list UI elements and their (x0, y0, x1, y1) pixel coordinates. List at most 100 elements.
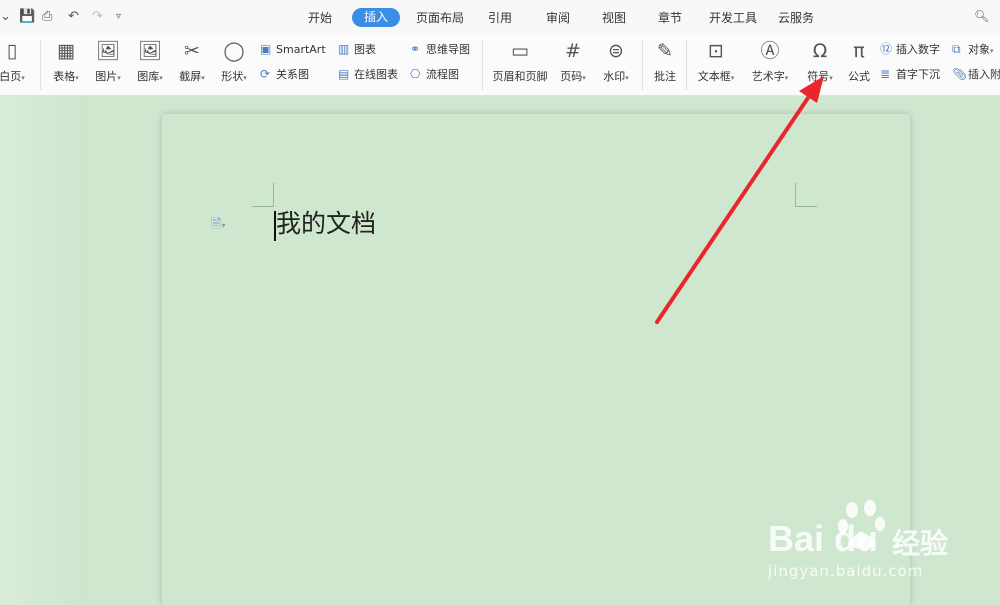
watermark-icon: ⊜ (608, 40, 624, 62)
watermark-cn-text: 经验 (892, 527, 949, 560)
flowchart-icon: ⎔ (410, 67, 421, 81)
divider (686, 40, 687, 90)
blank-page-label: 白页 (0, 70, 22, 83)
header-footer-icon: ▭ (511, 40, 529, 62)
chevron-down-icon[interactable]: ⌄ (0, 9, 11, 25)
wordart-icon: Ⓐ (760, 40, 780, 62)
page-number-icon: # (565, 40, 581, 62)
mindmap-icon: ⚭ (410, 42, 421, 56)
insert-number-label: 插入数字 (896, 43, 940, 56)
header-footer-label: 页眉和页脚 (492, 70, 548, 83)
picture-icon: 🖼︎ (95, 40, 121, 62)
smartart-icon: ▣ (260, 42, 272, 56)
watermark-button[interactable]: ⊜ 水印▾ (598, 40, 634, 90)
gallery-icon: 🖼︎ (137, 40, 163, 62)
header-footer-button[interactable]: ▭ 页眉和页脚 (488, 40, 552, 90)
mindmap-button[interactable]: ⚭ 思维导图 (410, 42, 470, 57)
relation-label: 关系图 (276, 68, 309, 81)
mindmap-label: 思维导图 (426, 43, 470, 56)
drop-cap-label: 首字下沉 (896, 68, 940, 81)
object-button[interactable]: ⧉ 对象▾ (952, 42, 994, 58)
object-icon: ⧉ (952, 42, 961, 56)
blank-page-button[interactable]: ▯ 白页▾ (0, 40, 30, 90)
attachment-label: 插入附 (968, 68, 1000, 81)
tab-sections[interactable]: 章节 (658, 9, 682, 27)
margin-corner-top-right (795, 183, 796, 207)
comment-label: 批注 (654, 70, 676, 83)
pi-icon: π (853, 40, 865, 62)
margin-corner-top-right (795, 206, 817, 207)
screenshot-button[interactable]: ✂ 截屏▾ (174, 40, 210, 90)
screenshot-label: 截屏 (179, 70, 202, 83)
divider (642, 40, 643, 90)
table-label: 表格 (53, 70, 76, 83)
divider (40, 40, 41, 90)
workspace-shade (0, 96, 90, 605)
drop-cap-icon: ≣ (880, 67, 891, 81)
tab-page-layout[interactable]: 页面布局 (416, 9, 464, 27)
customize-icon[interactable]: ▿ (116, 9, 121, 25)
tab-insert[interactable]: 插入 (352, 8, 401, 27)
tab-home[interactable]: 开始 (308, 9, 332, 27)
wordart-button[interactable]: Ⓐ 艺术字▾ (748, 40, 792, 90)
flowchart-button[interactable]: ⎔ 流程图 (410, 67, 459, 82)
textbox-button[interactable]: ⊡ 文本框▾ (694, 40, 738, 90)
formula-button[interactable]: π 公式 (845, 40, 873, 90)
textbox-icon: ⊡ (708, 40, 724, 62)
comment-icon: ✎ (657, 40, 673, 62)
divider (482, 40, 483, 90)
formula-label: 公式 (848, 70, 870, 83)
chart-button[interactable]: ▥ 图表 (338, 42, 376, 57)
omega-icon: Ω (812, 40, 828, 62)
smartart-label: SmartArt (276, 43, 326, 56)
undo-icon[interactable]: ↶ (68, 9, 79, 25)
attachment-button[interactable]: 📎︎插入附 (952, 67, 1000, 82)
symbol-label: 符号 (807, 70, 830, 83)
textbox-label: 文本框 (697, 70, 731, 83)
page-number-button[interactable]: # 页码▾ (556, 40, 590, 90)
margin-corner-top-left (273, 183, 274, 207)
tab-review[interactable]: 审阅 (546, 9, 570, 27)
picture-button[interactable]: 🖼︎ 图片▾ (90, 40, 126, 90)
save-icon[interactable]: 💾 (19, 9, 35, 25)
tab-developer[interactable]: 开发工具 (709, 9, 757, 27)
drop-cap-button[interactable]: ≣ 首字下沉 (880, 67, 940, 82)
page-number-label: 页码 (560, 70, 583, 83)
tab-view[interactable]: 视图 (602, 9, 626, 27)
table-icon: ▦ (57, 40, 75, 62)
number-icon: ⑫ (880, 42, 893, 56)
smartart-button[interactable]: ▣ SmartArt (260, 42, 326, 57)
comment-button[interactable]: ✎ 批注 (650, 40, 680, 90)
watermark-url: jingyan.baidu.com (768, 562, 924, 580)
insert-number-button[interactable]: ⑫ 插入数字 (880, 42, 940, 57)
shape-icon: ◯ (223, 40, 245, 62)
chart-label: 图表 (354, 43, 376, 56)
symbol-button[interactable]: Ω 符号▾ (803, 40, 837, 90)
ribbon: ▯ 白页▾ ▦ 表格▾ 🖼︎ 图片▾ 🖼︎ 图库▾ ✂ 截屏▾ ◯ 形状▾ ▣ S… (0, 34, 1000, 96)
online-chart-button[interactable]: ▤ 在线图表 (338, 67, 398, 82)
chart-icon: ▥ (338, 42, 350, 56)
gallery-label: 图库 (137, 70, 160, 83)
tab-cloud[interactable]: 云服务 (778, 9, 814, 27)
paw-icon (838, 500, 885, 549)
page-icon: ▯ (6, 40, 18, 62)
tab-references[interactable]: 引用 (488, 9, 512, 27)
online-chart-icon: ▤ (338, 67, 350, 81)
table-button[interactable]: ▦ 表格▾ (48, 40, 84, 90)
paragraph-handle-icon[interactable]: 🗎︎▾ (211, 215, 225, 237)
margin-corner-top-left (252, 206, 274, 207)
search-icon[interactable]: 🔍︎ (974, 9, 989, 23)
shape-button[interactable]: ◯ 形状▾ (216, 40, 252, 90)
gallery-button[interactable]: 🖼︎ 图库▾ (132, 40, 168, 90)
document-text[interactable]: 我的文档 (276, 208, 376, 240)
flowchart-label: 流程图 (426, 68, 459, 81)
relation-chart-button[interactable]: ⟳ 关系图 (260, 67, 309, 82)
baidu-watermark: Bai du 经验 jingyan.baidu.com (768, 500, 988, 590)
redo-icon[interactable]: ↷ (92, 9, 103, 25)
print-icon[interactable]: ⎙ (42, 9, 52, 25)
menu-bar: ⌄ 💾 ⎙ ↶ ↷ ▿ 开始 插入 页面布局 引用 审阅 视图 章节 开发工具 … (0, 0, 1000, 34)
shape-label: 形状 (221, 70, 244, 83)
online-chart-label: 在线图表 (354, 68, 398, 81)
watermark-label: 水印 (603, 70, 626, 83)
scissors-icon: ✂ (184, 40, 200, 62)
